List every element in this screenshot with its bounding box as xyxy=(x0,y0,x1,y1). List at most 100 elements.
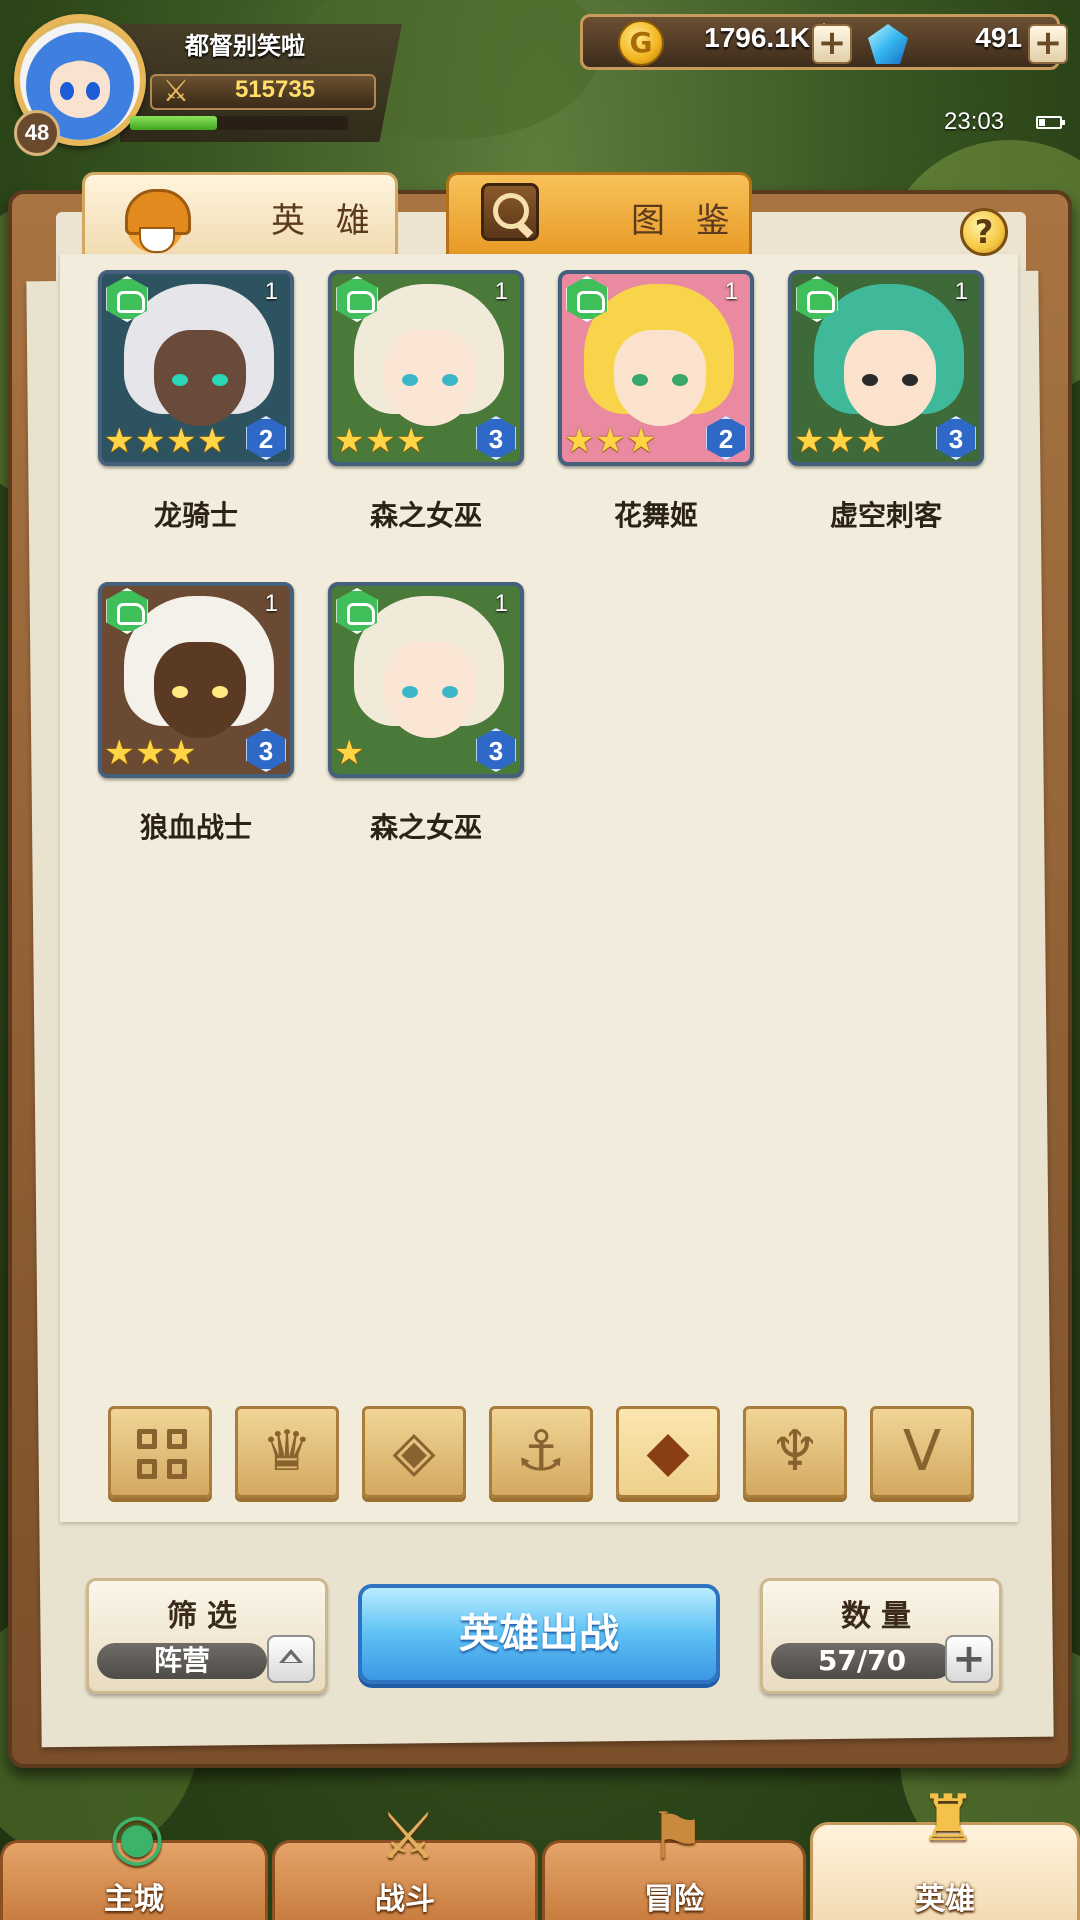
avatar-eye xyxy=(60,82,74,100)
hero-face xyxy=(384,330,476,426)
horned-faction-icon: ♆ xyxy=(769,1419,821,1484)
hero-eye xyxy=(632,374,648,386)
tab-codex-label: 图 鉴 xyxy=(631,201,740,241)
hero-card[interactable]: 1 ★ ★ ★ 3 虚空刺客 xyxy=(788,270,984,532)
tab-codex[interactable]: 图 鉴 xyxy=(446,172,752,254)
exp-progress-bar xyxy=(130,116,348,130)
star-icon: ★ xyxy=(334,421,365,461)
beast-faction-icon: ◆ xyxy=(646,1419,690,1484)
quantity-panel: 数量 57/70 + xyxy=(760,1578,1002,1694)
wing-faction-icon: V xyxy=(902,1419,942,1484)
hero-count: 1 xyxy=(494,278,508,305)
hero-eye xyxy=(172,374,188,386)
star-rating: ★ ★ ★ xyxy=(794,424,887,458)
chevron-up-icon xyxy=(279,1649,303,1663)
faction-filter-wing-faction[interactable]: V xyxy=(870,1406,974,1498)
nav-map-scroll[interactable]: ⚑ 冒险 xyxy=(542,1800,806,1920)
map-scroll-icon: ⚑ xyxy=(648,1800,706,1874)
faction-filter-diamond-faction[interactable]: ◈ xyxy=(362,1406,466,1498)
hero-name: 虚空刺客 xyxy=(829,499,942,532)
hero-count: 1 xyxy=(954,278,968,305)
hero-portrait-frame: 1 ★ ★ ★ 2 xyxy=(558,270,754,466)
filter-panel: 筛选 阵营 xyxy=(86,1578,328,1694)
star-icon: ★ xyxy=(856,421,887,461)
avatar-face xyxy=(50,62,110,118)
hero-card[interactable]: 1 ★ 3 森之女巫 xyxy=(328,582,524,844)
hero-count: 1 xyxy=(724,278,738,305)
hero-eye xyxy=(212,374,228,386)
faction-filter-horned-faction[interactable]: ♆ xyxy=(743,1406,847,1498)
faction-filter-anchor-faction[interactable]: ⚓ xyxy=(489,1406,593,1498)
star-icon: ★ xyxy=(794,421,825,461)
faction-filter-flame-faction[interactable]: ♛ xyxy=(235,1406,339,1498)
hero-count: 1 xyxy=(264,278,278,305)
hero-crest-icon: ♜ xyxy=(919,1782,977,1856)
nav-label: 战斗 xyxy=(375,1882,435,1917)
star-rating: ★ ★ ★ xyxy=(564,424,657,458)
faction-filter-all-grid[interactable] xyxy=(108,1406,212,1498)
nav-castle[interactable]: ◉ 主城 xyxy=(0,1800,268,1920)
add-gold-button[interactable]: + xyxy=(812,24,852,64)
filter-toggle-button[interactable] xyxy=(267,1635,315,1683)
add-gems-button[interactable]: + xyxy=(1028,24,1068,64)
battery-icon xyxy=(1036,116,1065,129)
help-button[interactable]: ? xyxy=(960,208,1008,256)
star-icon: ★ xyxy=(135,733,166,773)
faction-filter-beast-faction[interactable]: ◆ xyxy=(616,1406,720,1498)
star-icon: ★ xyxy=(166,421,197,461)
quantity-title: 数量 xyxy=(841,1599,921,1634)
star-icon: ★ xyxy=(104,733,135,773)
magnifier-icon xyxy=(481,183,539,241)
hero-portrait-frame: 1 ★ ★ ★ ★ 2 xyxy=(98,270,294,466)
exp-progress-fill xyxy=(130,116,218,130)
tab-heroes[interactable]: 英 雄 xyxy=(82,172,398,254)
crossed-swords-icon: ⚔ xyxy=(379,1800,437,1874)
star-icon: ★ xyxy=(825,421,856,461)
hero-name: 森之女巫 xyxy=(369,499,482,532)
hero-list-page: 1 ★ ★ ★ ★ 2 龙骑士 1 ★ ★ ★ 3 森之女巫 1 ★ ★ ★ 2… xyxy=(60,254,1018,1522)
hero-eye xyxy=(402,374,418,386)
expand-capacity-button[interactable]: + xyxy=(945,1635,993,1683)
hero-card[interactable]: 1 ★ ★ ★ ★ 2 龙骑士 xyxy=(98,270,294,532)
hero-eye xyxy=(862,374,878,386)
nav-label: 英雄 xyxy=(915,1882,975,1917)
hero-eye xyxy=(212,686,228,698)
hero-eye xyxy=(442,374,458,386)
star-rating: ★ ★ ★ xyxy=(104,736,197,770)
hero-card[interactable]: 1 ★ ★ ★ 3 狼血战士 xyxy=(98,582,294,844)
hero-card[interactable]: 1 ★ ★ ★ 3 森之女巫 xyxy=(328,270,524,532)
avatar-eye xyxy=(86,82,100,100)
hero-face xyxy=(154,330,246,426)
hero-name: 花舞姬 xyxy=(613,499,698,532)
star-icon: ★ xyxy=(396,421,427,461)
hero-name: 森之女巫 xyxy=(369,811,482,844)
hero-card[interactable]: 1 ★ ★ ★ 2 花舞姬 xyxy=(558,270,754,532)
hero-eye xyxy=(672,374,688,386)
star-rating: ★ ★ ★ xyxy=(334,424,427,458)
star-icon: ★ xyxy=(197,421,228,461)
star-icon: ★ xyxy=(166,733,197,773)
quantity-value: 57/70 xyxy=(771,1643,953,1679)
hero-face xyxy=(384,642,476,738)
star-icon: ★ xyxy=(626,421,657,461)
star-rating: ★ ★ ★ ★ xyxy=(104,424,228,458)
helmet-icon xyxy=(109,181,201,253)
star-rating: ★ xyxy=(334,736,365,770)
hero-eye xyxy=(902,374,918,386)
hero-face xyxy=(614,330,706,426)
star-icon: ★ xyxy=(595,421,626,461)
hero-eye xyxy=(172,686,188,698)
diamond-faction-icon: ◈ xyxy=(392,1419,436,1484)
nav-hero-crest[interactable]: ♜ 英雄 xyxy=(810,1782,1080,1920)
hero-portrait-frame: 1 ★ 3 xyxy=(328,582,524,778)
all-grid-icon xyxy=(137,1429,189,1481)
nav-crossed-swords[interactable]: ⚔ 战斗 xyxy=(272,1800,538,1920)
status-clock: 23:03 xyxy=(944,108,1005,135)
gold-amount: 1796.1K xyxy=(704,22,810,53)
nav-label: 冒险 xyxy=(644,1882,704,1917)
combat-power-value: 515735 xyxy=(234,76,316,103)
hero-portrait-frame: 1 ★ ★ ★ 3 xyxy=(328,270,524,466)
deploy-heroes-button[interactable]: 英雄出战 xyxy=(358,1584,720,1684)
hero-name: 狼血战士 xyxy=(139,811,252,844)
hero-count: 1 xyxy=(264,590,278,617)
